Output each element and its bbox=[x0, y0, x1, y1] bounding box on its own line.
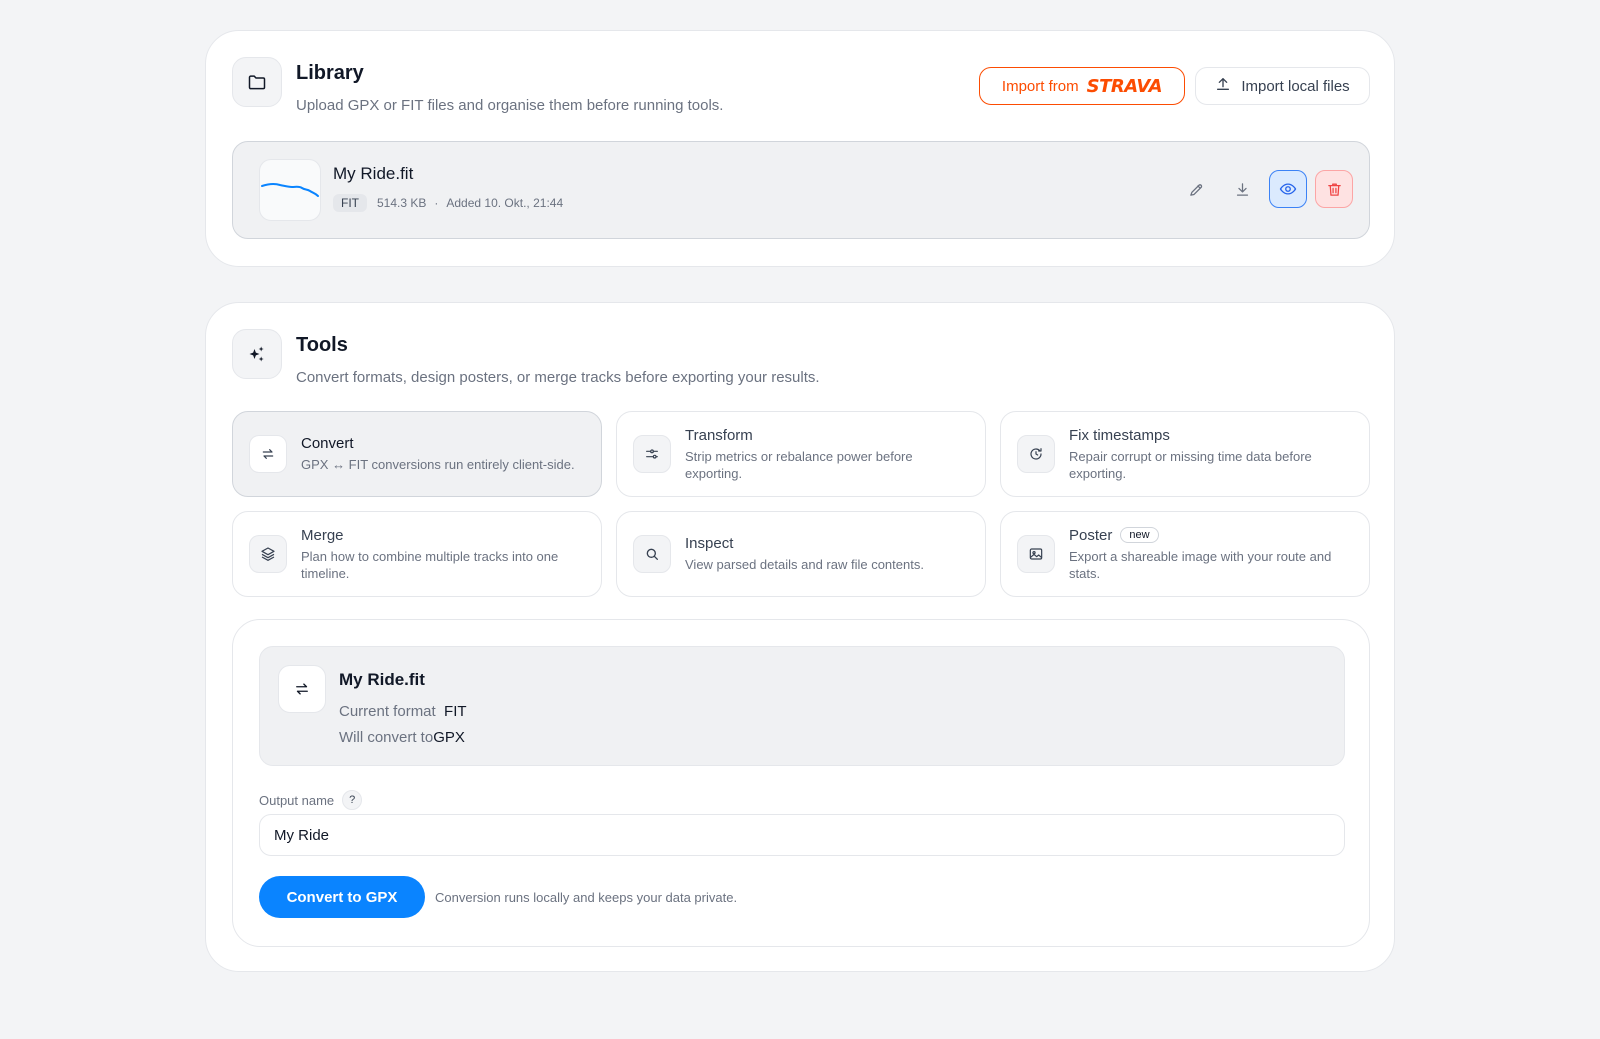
file-name: My Ride.fit bbox=[333, 164, 414, 183]
sliders-icon bbox=[633, 435, 671, 473]
tool-merge-description: Plan how to combine multiple tracks into… bbox=[301, 548, 559, 581]
tool-transform-description: Strip metrics or rebalance power before … bbox=[685, 448, 913, 481]
arrows-swap-icon bbox=[278, 665, 326, 713]
download-icon bbox=[1234, 181, 1251, 198]
import-strava-button[interactable]: Import from STRAVA bbox=[979, 67, 1185, 105]
file-added-date: Added 10. Okt., 21:44 bbox=[446, 196, 564, 210]
current-format-line: Current format FIT bbox=[339, 703, 467, 720]
pencil-icon bbox=[1188, 181, 1205, 198]
import-local-files-label: Import local files bbox=[1241, 77, 1350, 95]
summary-file-name: My Ride.fit bbox=[339, 670, 425, 689]
tool-poster-description: Export a shareable image with your route… bbox=[1069, 548, 1332, 581]
strava-logo: STRAVA bbox=[1086, 75, 1163, 97]
clock-refresh-icon bbox=[1017, 435, 1055, 473]
import-strava-label: Import from bbox=[1001, 77, 1079, 95]
output-name-input[interactable] bbox=[259, 814, 1345, 856]
folder-icon bbox=[232, 57, 282, 107]
help-icon[interactable]: ? bbox=[342, 790, 363, 810]
rename-button[interactable] bbox=[1177, 170, 1215, 208]
meta-separator: · bbox=[434, 196, 439, 210]
tool-fix-timestamps-description: Repair corrupt or missing time data befo… bbox=[1069, 448, 1312, 481]
download-button[interactable] bbox=[1223, 170, 1261, 208]
trash-icon bbox=[1326, 181, 1343, 198]
privacy-hint: Conversion runs locally and keeps your d… bbox=[435, 890, 738, 905]
library-title: Library bbox=[296, 62, 364, 84]
file-type-badge: FIT bbox=[333, 194, 367, 212]
tool-poster-title: Poster new bbox=[1069, 527, 1353, 544]
tool-merge-title: Merge bbox=[301, 526, 344, 544]
tool-convert-description: GPX ↔ FIT conversions run entirely clien… bbox=[301, 457, 575, 472]
sparkles-icon bbox=[232, 329, 282, 379]
tools-subtitle: Convert formats, design posters, or merg… bbox=[296, 369, 820, 386]
tools-title: Tools bbox=[296, 334, 348, 356]
library-header: Library Upload GPX or FIT files and orga… bbox=[232, 57, 723, 114]
file-size: 514.3 KB bbox=[377, 196, 427, 210]
new-badge: new bbox=[1120, 527, 1159, 543]
tool-inspect[interactable]: Inspect View parsed details and raw file… bbox=[616, 511, 986, 597]
preview-button[interactable] bbox=[1269, 170, 1307, 208]
upload-icon bbox=[1215, 76, 1241, 96]
target-format-line: Will convert toGPX bbox=[339, 729, 465, 746]
eye-icon bbox=[1279, 180, 1297, 198]
tool-inspect-description: View parsed details and raw file content… bbox=[685, 557, 924, 572]
output-name-label-row: Output name ? bbox=[259, 790, 363, 810]
convert-panel: My Ride.fit Current format FIT Will conv… bbox=[232, 619, 1370, 947]
tool-merge[interactable]: Merge Plan how to combine multiple track… bbox=[232, 511, 602, 597]
current-format-value: FIT bbox=[444, 703, 467, 720]
delete-button[interactable] bbox=[1315, 170, 1353, 208]
tool-poster[interactable]: Poster new Export a shareable image with… bbox=[1000, 511, 1370, 597]
tools-grid: Convert GPX ↔ FIT conversions run entire… bbox=[232, 411, 1370, 597]
file-meta: FIT 514.3 KB · Added 10. Okt., 21:44 bbox=[333, 194, 563, 212]
tool-transform[interactable]: Transform Strip metrics or rebalance pow… bbox=[616, 411, 986, 497]
tools-card: Tools Convert formats, design posters, o… bbox=[205, 302, 1395, 972]
library-card: Library Upload GPX or FIT files and orga… bbox=[205, 30, 1395, 267]
file-row[interactable]: My Ride.fit FIT 514.3 KB · Added 10. Okt… bbox=[232, 141, 1370, 239]
route-thumbnail bbox=[259, 159, 321, 221]
target-format-value: GPX bbox=[433, 729, 465, 746]
layers-icon bbox=[249, 535, 287, 573]
tool-inspect-title: Inspect bbox=[685, 535, 734, 552]
tool-fix-timestamps[interactable]: Fix timestamps Repair corrupt or missing… bbox=[1000, 411, 1370, 497]
tool-poster-title-text: Poster bbox=[1069, 526, 1113, 544]
tools-header: Tools Convert formats, design posters, o… bbox=[232, 329, 820, 386]
library-subtitle: Upload GPX or FIT files and organise the… bbox=[296, 97, 724, 114]
search-icon bbox=[633, 535, 671, 573]
arrows-swap-icon bbox=[249, 435, 287, 473]
output-name-label: Output name bbox=[259, 792, 335, 808]
file-actions bbox=[1177, 170, 1353, 208]
tool-fix-timestamps-title: Fix timestamps bbox=[1069, 426, 1170, 444]
tool-convert-title: Convert bbox=[301, 435, 354, 452]
tool-convert[interactable]: Convert GPX ↔ FIT conversions run entire… bbox=[232, 411, 602, 497]
image-icon bbox=[1017, 535, 1055, 573]
current-format-label: Current format bbox=[339, 703, 436, 720]
target-format-label: Will convert to bbox=[339, 729, 434, 746]
convert-button[interactable]: Convert to GPX bbox=[259, 876, 425, 918]
tool-transform-title: Transform bbox=[685, 426, 753, 444]
conversion-summary: My Ride.fit Current format FIT Will conv… bbox=[259, 646, 1345, 766]
import-local-files-button[interactable]: Import local files bbox=[1195, 67, 1370, 105]
